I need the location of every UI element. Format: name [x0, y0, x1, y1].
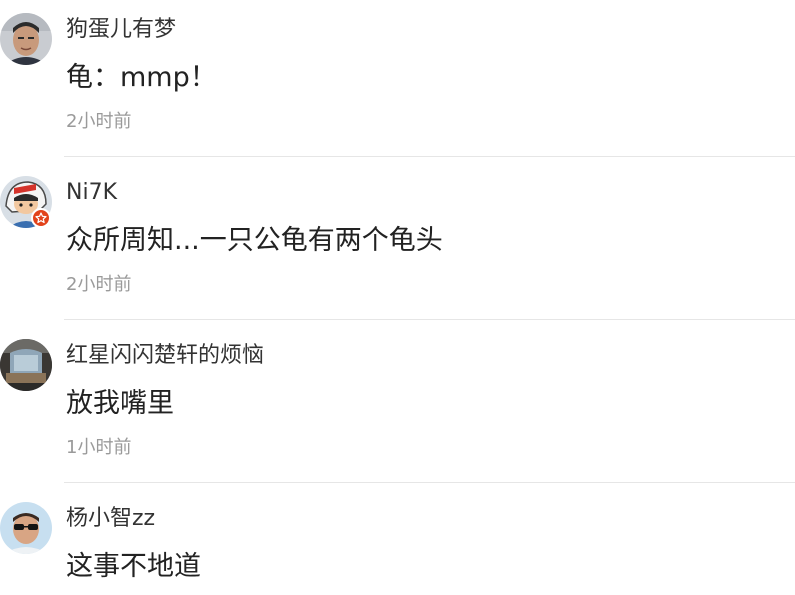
comment-content: 龟：mmp！: [66, 62, 217, 93]
comment-username[interactable]: 狗蛋儿有梦: [66, 15, 176, 45]
comment-time: 1小时前: [66, 437, 132, 458]
comment-username[interactable]: 红星闪闪楚轩的烦恼: [66, 341, 264, 371]
comment-time: 2小时前: [66, 274, 132, 295]
avatar-user-photo-icon[interactable]: [0, 13, 52, 65]
comment-list: 狗蛋儿有梦 龟：mmp！ 2小时前 Ni7K 众所周知...一只公龟有两个龟头: [0, 0, 795, 595]
comment-content: 放我嘴里: [66, 388, 174, 419]
divider: [64, 319, 795, 320]
comment-content: 众所周知...一只公龟有两个龟头: [66, 225, 443, 256]
vip-star-badge-icon: [31, 208, 51, 228]
comment-username[interactable]: 杨小智zz: [66, 504, 155, 534]
divider: [64, 156, 795, 157]
avatar-sunglasses-photo-icon[interactable]: [0, 502, 52, 554]
comment-username[interactable]: Ni7K: [66, 178, 117, 208]
divider: [64, 482, 795, 483]
comment-content: 这事不地道: [66, 551, 201, 582]
comment-time: 2小时前: [66, 111, 132, 132]
avatar-room-photo-icon[interactable]: [0, 339, 52, 391]
